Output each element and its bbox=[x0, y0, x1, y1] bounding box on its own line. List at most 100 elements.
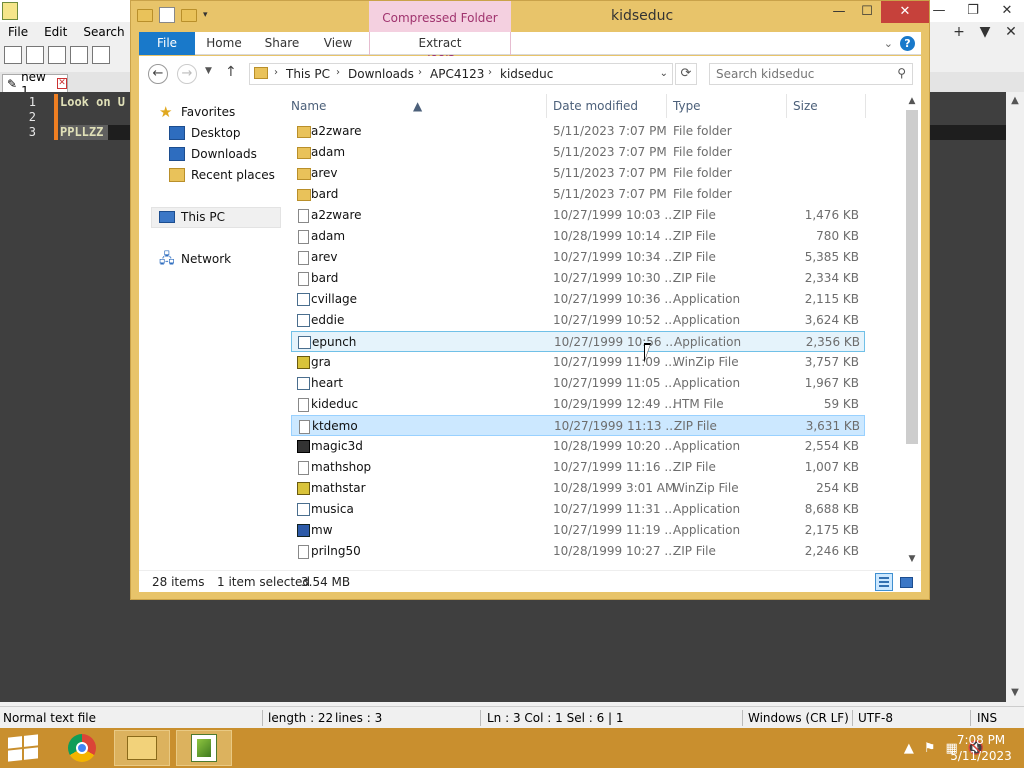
column-type[interactable]: Type bbox=[673, 99, 701, 113]
search-icon[interactable]: ⚲ bbox=[897, 66, 906, 80]
properties-icon[interactable] bbox=[159, 7, 175, 23]
file-row[interactable]: magic3d 10/28/1999 10:20 ... Application 2,… bbox=[291, 436, 865, 457]
notepad-taskbar-button[interactable] bbox=[176, 730, 232, 766]
file-type: Application bbox=[673, 292, 741, 306]
file-row[interactable]: gra 10/27/1999 11:09 ... WinZip File 3,757 … bbox=[291, 352, 865, 373]
file-row[interactable]: musica 10/27/1999 11:31 ... Application 8,6… bbox=[291, 499, 865, 520]
nav-desktop[interactable]: Desktop bbox=[169, 123, 241, 143]
tab-file[interactable]: File bbox=[139, 32, 195, 55]
scroll-down-icon[interactable]: ▼ bbox=[1006, 684, 1024, 702]
new-folder-icon[interactable] bbox=[181, 8, 197, 22]
scroll-down-icon[interactable]: ▼ bbox=[903, 554, 921, 564]
close-icon[interactable]: ✕ bbox=[990, 0, 1024, 22]
column-name[interactable]: Name bbox=[291, 99, 326, 113]
nav-this-pc[interactable]: This PC bbox=[159, 207, 225, 227]
menu-file[interactable]: File bbox=[0, 22, 36, 42]
address-dropdown-icon[interactable]: ⌄ bbox=[660, 68, 668, 79]
search-box[interactable]: ⚲ bbox=[709, 63, 913, 85]
tab-home[interactable]: Home bbox=[199, 32, 249, 55]
up-icon[interactable]: ↑ bbox=[225, 64, 237, 80]
save-all-icon[interactable] bbox=[70, 46, 88, 64]
column-size[interactable]: Size bbox=[793, 99, 818, 113]
details-view-icon[interactable] bbox=[875, 573, 893, 591]
open-file-icon[interactable] bbox=[26, 46, 44, 64]
file-row[interactable]: prilng50 10/28/1999 10:27 ... ZIP File 2,24… bbox=[291, 541, 865, 562]
file-row[interactable]: a2zware 10/27/1999 10:03 ... ZIP File 1,476… bbox=[291, 205, 865, 226]
scroll-up-icon[interactable]: ▲ bbox=[1006, 92, 1024, 110]
chrome-taskbar-button[interactable] bbox=[54, 730, 110, 766]
menu-search[interactable]: Search bbox=[75, 22, 132, 42]
scroll-thumb[interactable] bbox=[906, 110, 918, 444]
action-center-flag-icon[interactable]: ⚑ bbox=[924, 741, 936, 756]
windows-start-icon[interactable] bbox=[8, 734, 38, 762]
file-row[interactable]: bard 10/27/1999 10:30 ... ZIP File 2,334 KB bbox=[291, 268, 865, 289]
file-name: prilng50 bbox=[311, 544, 361, 558]
tab-share[interactable]: Share bbox=[257, 32, 307, 55]
file-row[interactable]: heart 10/27/1999 11:05 ... Application 1,96… bbox=[291, 373, 865, 394]
file-list-scrollbar[interactable]: ▲ ▼ bbox=[903, 92, 921, 570]
column-date-modified[interactable]: Date modified bbox=[553, 99, 638, 113]
file-row[interactable]: arev 5/11/2023 7:07 PM File folder bbox=[291, 163, 865, 184]
explorer-window-controls: — ☐ ✕ bbox=[825, 1, 929, 23]
file-row[interactable]: bard 5/11/2023 7:07 PM File folder bbox=[291, 184, 865, 205]
explorer-taskbar-button[interactable] bbox=[114, 730, 170, 766]
file-row[interactable]: cvillage 10/27/1999 10:36 ... Application 2… bbox=[291, 289, 865, 310]
scroll-up-icon[interactable]: ▲ bbox=[903, 96, 921, 106]
file-size: 1,967 KB bbox=[804, 376, 859, 390]
file-row[interactable]: eddie 10/27/1999 10:52 ... Application 3,62… bbox=[291, 310, 865, 331]
refresh-icon[interactable]: ⟳ bbox=[675, 63, 697, 85]
nav-recent-places[interactable]: Recent places bbox=[169, 165, 275, 185]
file-row[interactable]: ktdemo 10/27/1999 11:13 ... ZIP File 3,631 … bbox=[291, 415, 865, 436]
file-row[interactable]: arev 10/27/1999 10:34 ... ZIP File 5,385 KB bbox=[291, 247, 865, 268]
file-row[interactable]: mathshop 10/27/1999 11:16 ... ZIP File 1,00… bbox=[291, 457, 865, 478]
maximize-icon[interactable]: ❐ bbox=[956, 0, 990, 22]
file-row[interactable]: mw 10/27/1999 11:19 ... Application 2,175 K… bbox=[291, 520, 865, 541]
breadcrumb-downloads[interactable]: Downloads bbox=[348, 67, 414, 81]
large-icons-view-icon[interactable] bbox=[897, 573, 915, 591]
tab-list-icon[interactable]: ▼ bbox=[972, 22, 998, 42]
file-row[interactable]: kideduc 10/29/1999 12:49 ... HTM File 59 KB bbox=[291, 394, 865, 415]
menu-edit[interactable]: Edit bbox=[36, 22, 75, 42]
editor-scrollbar[interactable]: ▲ ▼ bbox=[1006, 92, 1024, 702]
tab-close-icon[interactable]: ✕ bbox=[57, 78, 67, 89]
winzip-file-icon bbox=[297, 482, 310, 495]
nav-downloads[interactable]: Downloads bbox=[169, 144, 257, 164]
minimize-icon[interactable]: — bbox=[825, 1, 853, 23]
address-bar[interactable]: › This PC › Downloads › APC4123 › kidsed… bbox=[249, 63, 673, 85]
chevron-right-icon[interactable]: › bbox=[488, 67, 492, 78]
chevron-right-icon[interactable]: › bbox=[336, 67, 340, 78]
tab-new-1[interactable]: ✎ new 1 ✕ bbox=[2, 70, 68, 98]
new-tab-icon[interactable]: + bbox=[946, 22, 972, 42]
help-icon[interactable]: ? bbox=[900, 36, 915, 51]
nav-favorites[interactable]: ★ Favorites bbox=[159, 102, 235, 122]
breadcrumb-kidseduc[interactable]: kidseduc bbox=[500, 67, 553, 81]
forward-icon[interactable]: → bbox=[177, 64, 197, 84]
customize-qat-icon[interactable]: ▾ bbox=[203, 10, 208, 20]
file-row[interactable]: mathstar 10/28/1999 3:01 AM WinZip File 254… bbox=[291, 478, 865, 499]
chevron-right-icon[interactable]: › bbox=[418, 67, 422, 78]
file-row[interactable]: a2zware 5/11/2023 7:07 PM File folder bbox=[291, 121, 865, 142]
recent-locations-icon[interactable]: ▼ bbox=[205, 66, 212, 76]
expand-ribbon-icon[interactable]: ⌄ bbox=[884, 32, 893, 55]
new-file-icon[interactable] bbox=[4, 46, 22, 64]
close-icon[interactable]: ✕ bbox=[881, 1, 929, 23]
computer-icon bbox=[159, 211, 175, 223]
tab-extract[interactable]: Extract bbox=[369, 32, 511, 55]
close-doc-icon[interactable]: ✕ bbox=[998, 22, 1024, 42]
breadcrumb-this-pc[interactable]: This PC bbox=[286, 67, 330, 81]
save-icon[interactable] bbox=[48, 46, 66, 64]
file-row[interactable]: epunch 10/27/1999 10:56 ... Application 2,3… bbox=[291, 331, 865, 352]
search-input[interactable] bbox=[710, 64, 880, 84]
breadcrumb-apc4123[interactable]: APC4123 bbox=[430, 67, 484, 81]
taskbar-clock[interactable]: 7:08 PM 5/11/2023 bbox=[950, 732, 1012, 764]
nav-network[interactable]: 🖧 Network bbox=[159, 249, 231, 269]
maximize-icon[interactable]: ☐ bbox=[853, 1, 881, 23]
chevron-right-icon[interactable]: › bbox=[274, 67, 278, 78]
show-hidden-icons-icon[interactable]: ▲ bbox=[904, 741, 914, 756]
file-row[interactable]: adam 10/28/1999 10:14 ... ZIP File 780 KB bbox=[291, 226, 865, 247]
file-row[interactable]: adam 5/11/2023 7:07 PM File folder bbox=[291, 142, 865, 163]
file-type: File folder bbox=[673, 187, 732, 201]
back-icon[interactable]: ← bbox=[148, 64, 168, 84]
close-file-icon[interactable] bbox=[92, 46, 110, 64]
tab-view[interactable]: View bbox=[315, 32, 361, 55]
